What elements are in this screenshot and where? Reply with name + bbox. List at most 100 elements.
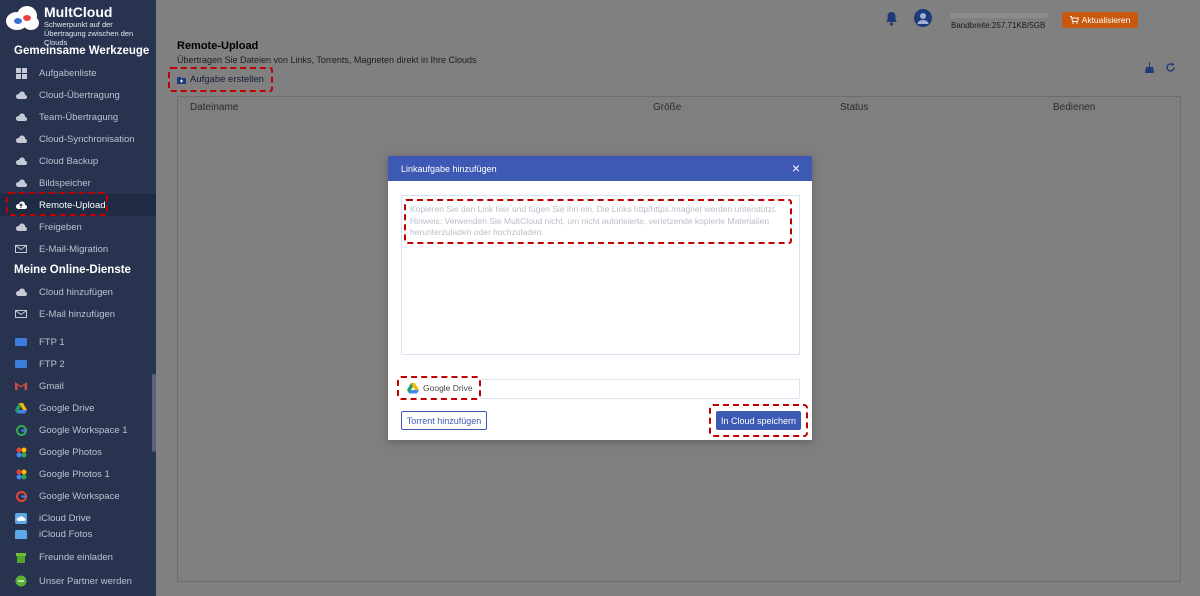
sidebar-item-label: Aufgabenliste [39, 67, 97, 79]
section-title-services: Meine Online-Dienste [14, 264, 131, 276]
cart-icon [1069, 16, 1079, 24]
user-icon [917, 13, 929, 24]
icloud-photos-icon [15, 529, 27, 539]
sidebar-item-label: iCloud Drive [39, 512, 91, 524]
destination-select[interactable]: Google Drive [397, 376, 481, 400]
sidebar-item-google-drive[interactable]: Google Drive [0, 397, 156, 419]
refresh-icon[interactable] [1165, 62, 1176, 73]
sidebar-item-add-cloud[interactable]: Cloud hinzufügen [0, 281, 156, 303]
invite-friends-icon [15, 551, 27, 563]
add-cloud-icon [15, 286, 27, 298]
remote-upload-highlight [6, 192, 108, 216]
sidebar-item-add-email[interactable]: E-Mail hinzufügen [0, 303, 156, 325]
google-photos-icon [15, 468, 27, 480]
share-icon [15, 221, 27, 233]
cloud-backup-icon [15, 155, 27, 167]
link-input[interactable]: Kopieren Sie den Link hier und fügen Sie… [401, 195, 800, 355]
sidebar-item-label: E-Mail hinzufügen [39, 308, 116, 320]
bandwidth-bar [950, 13, 1048, 18]
google-drive-icon [15, 402, 27, 414]
add-email-icon [15, 308, 27, 320]
icloud-drive-icon [15, 512, 27, 524]
sidebar-item-gmail[interactable]: Gmail [0, 375, 156, 397]
create-task-label: Aufgabe erstellen [190, 74, 264, 85]
sidebar-item-become-partner[interactable]: Unser Partner werden [0, 570, 156, 592]
top-bar: Bandbreite:257.71KB/5GB Aktualisieren [156, 0, 1200, 40]
toolbar-icons [1144, 62, 1176, 73]
clean-icon[interactable] [1144, 62, 1155, 73]
sidebar-item-google-photos[interactable]: Google Photos [0, 441, 156, 463]
section-title-tools: Gemeinsame Werkzeuge [14, 45, 150, 57]
logo-subtitle: Schwerpunkt auf der Übertragung zwischen… [44, 20, 134, 47]
sidebar-item-label: Google Workspace [39, 490, 120, 502]
sidebar-item-label: Google Drive [39, 402, 95, 414]
sidebar-item-email-migration[interactable]: E-Mail-Migration [0, 238, 156, 260]
sidebar-item-label: Google Workspace 1 [39, 424, 128, 436]
sidebar-item-label: Google Photos 1 [39, 468, 110, 480]
sidebar: MultCloud Schwerpunkt auf der Übertragun… [0, 0, 156, 596]
save-button-highlight: In Cloud speichern [709, 404, 808, 437]
close-icon[interactable]: × [792, 161, 800, 175]
page-title: Remote-Upload [177, 40, 259, 52]
sidebar-item-tasklist[interactable]: Aufgabenliste [0, 62, 156, 84]
sidebar-item-label: Unser Partner werden [39, 575, 132, 587]
sidebar-item-label: FTP 2 [39, 358, 65, 370]
sidebar-item-label: Cloud Backup [39, 155, 99, 167]
column-header-actions: Bedienen [1053, 102, 1096, 113]
add-link-task-dialog: Linkaufgabe hinzufügen × Kopieren Sie de… [388, 156, 812, 440]
logo[interactable]: MultCloud Schwerpunkt auf der Übertragun… [4, 4, 144, 47]
upgrade-label: Aktualisieren [1081, 15, 1131, 25]
upgrade-button[interactable]: Aktualisieren [1062, 12, 1138, 28]
multcloud-logo-icon [6, 6, 39, 30]
add-torrent-button[interactable]: Torrent hinzufügen [401, 411, 487, 430]
cloud-transfer-icon [15, 89, 27, 101]
sidebar-item-ftp-2[interactable]: FTP 2 [0, 353, 156, 375]
bell-icon[interactable] [885, 11, 898, 26]
user-avatar[interactable] [914, 9, 932, 27]
sidebar-item-label: iCloud Fotos [39, 529, 93, 539]
team-transfer-icon [15, 111, 27, 123]
sidebar-item-label: FTP 1 [39, 336, 65, 348]
google-drive-icon [407, 382, 419, 393]
sidebar-item-label: Gmail [39, 380, 64, 392]
sidebar-item-label: Freigeben [39, 221, 82, 233]
ftp-icon [15, 358, 27, 370]
sidebar-item-share[interactable]: Freigeben [0, 216, 156, 238]
sidebar-item-icloud-photos[interactable]: iCloud Fotos [0, 529, 156, 539]
sidebar-item-google-workspace[interactable]: Google Workspace [0, 485, 156, 507]
sidebar-item-google-photos-1[interactable]: Google Photos 1 [0, 463, 156, 485]
column-header-filename[interactable]: Dateiname [190, 102, 238, 113]
destination-label: Google Drive [423, 383, 473, 393]
add-folder-icon [177, 76, 186, 84]
partner-icon [15, 575, 27, 587]
grid-icon [15, 67, 27, 79]
sidebar-item-google-workspace-1[interactable]: Google Workspace 1 [0, 419, 156, 441]
google-workspace-icon [15, 424, 27, 436]
sidebar-item-cloud-backup[interactable]: Cloud Backup [0, 150, 156, 172]
dialog-header: Linkaufgabe hinzufügen × [388, 156, 812, 181]
sidebar-item-team-transfer[interactable]: Team-Übertragung [0, 106, 156, 128]
sidebar-item-invite-friends[interactable]: Freunde einladen [0, 546, 156, 568]
google-photos-icon [15, 446, 27, 458]
email-migration-icon [15, 243, 27, 255]
sidebar-item-icloud-drive[interactable]: iCloud Drive [0, 507, 156, 529]
sidebar-item-label: Cloud-Übertragung [39, 89, 120, 101]
sidebar-item-label: Cloud hinzufügen [39, 286, 113, 298]
sidebar-item-label: Cloud-Synchronisation [39, 133, 135, 145]
sidebar-item-ftp-1[interactable]: FTP 1 [0, 331, 156, 353]
gmail-icon [15, 380, 27, 392]
sidebar-item-cloud-sync[interactable]: Cloud-Synchronisation [0, 128, 156, 150]
sidebar-item-cloud-transfer[interactable]: Cloud-Übertragung [0, 84, 156, 106]
create-task-button[interactable]: Aufgabe erstellen [168, 67, 273, 92]
sidebar-item-label: Freunde einladen [39, 551, 113, 563]
page-subtitle: Übertragen Sie Dateien von Links, Torren… [177, 55, 477, 65]
ftp-icon [15, 336, 27, 348]
save-to-cloud-button[interactable]: In Cloud speichern [716, 411, 801, 430]
logo-title: MultCloud [44, 4, 113, 20]
sidebar-item-image-storage[interactable]: Bildspeicher [0, 172, 156, 194]
link-input-placeholder[interactable]: Kopieren Sie den Link hier und fügen Sie… [404, 199, 792, 244]
column-header-size[interactable]: Größe [653, 102, 681, 113]
column-header-status[interactable]: Status [840, 102, 868, 113]
sidebar-item-label: Team-Übertragung [39, 111, 119, 123]
dialog-title: Linkaufgabe hinzufügen [401, 163, 497, 174]
